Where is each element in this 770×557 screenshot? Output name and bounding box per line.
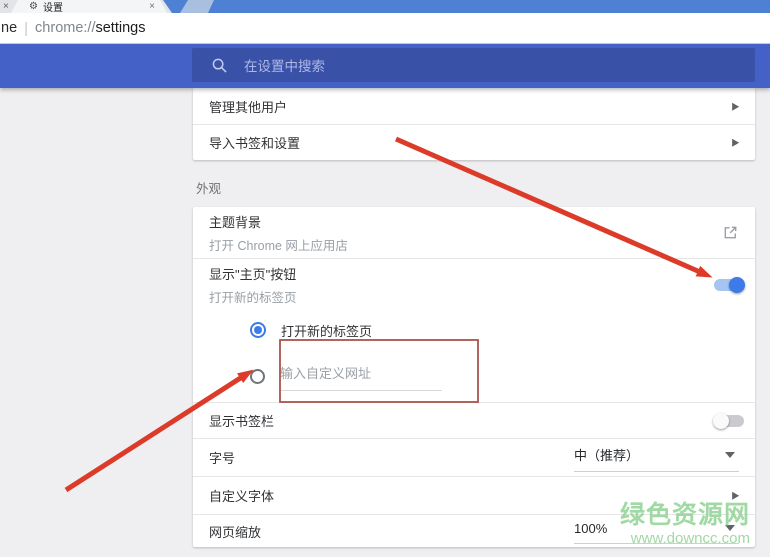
page-zoom-value: 100% <box>574 521 607 536</box>
customize-fonts-title: 自定义字体 <box>209 486 274 505</box>
toggle-knob <box>713 413 729 429</box>
address-scheme: chrome:// <box>35 20 95 36</box>
background-tab-close-icon[interactable]: × <box>3 0 9 13</box>
appearance-card: 主题背景 打开 Chrome 网上应用店 显示"主页"按钮 打开新的标签页 <box>193 207 755 547</box>
font-size-value: 中（推荐） <box>574 445 639 464</box>
radio-unselected-icon[interactable] <box>250 369 265 384</box>
open-in-new-icon[interactable] <box>722 224 739 241</box>
address-bar[interactable]: ne | chrome:// settings <box>0 13 770 44</box>
row-show-bookmarks-bar[interactable]: 显示书签栏 <box>193 402 755 438</box>
chevron-right-icon: ▶ <box>732 136 739 149</box>
tab-close-icon[interactable]: × <box>149 0 155 13</box>
bookmarks-bar-toggle[interactable] <box>714 415 744 427</box>
theme-title: 主题背景 <box>209 212 348 231</box>
home-button-subtitle: 打开新的标签页 <box>209 287 297 306</box>
row-label: 管理其他用户 <box>209 97 287 116</box>
home-button-title: 显示"主页"按钮 <box>209 264 297 283</box>
gear-icon: ⚙ <box>29 0 38 13</box>
radio-row-custom-url[interactable]: 输入自定义网址 <box>193 350 755 402</box>
row-page-zoom: 网页缩放 100% <box>193 514 755 547</box>
radio-selected-icon[interactable] <box>250 322 266 338</box>
radio-row-new-tab-page[interactable]: 打开新的标签页 <box>193 310 755 350</box>
bookmarks-bar-title: 显示书签栏 <box>209 411 274 430</box>
custom-url-input[interactable]: 输入自定义网址 <box>280 361 442 391</box>
row-show-home-button[interactable]: 显示"主页"按钮 打开新的标签页 <box>193 258 755 310</box>
row-font-size: 字号 中（推荐） <box>193 438 755 476</box>
people-card: 管理其他用户 ▶ 导入书签和设置 ▶ <box>193 88 755 160</box>
settings-content: 管理其他用户 ▶ 导入书签和设置 ▶ 外观 主题背景 打开 Chrome 网上应… <box>0 88 770 557</box>
theme-subtitle: 打开 Chrome 网上应用店 <box>209 235 348 254</box>
row-label: 导入书签和设置 <box>209 133 300 152</box>
tab-title: 设置 <box>43 0 63 14</box>
row-manage-other-users[interactable]: 管理其他用户 ▶ <box>193 88 755 124</box>
new-tab-button[interactable] <box>180 0 214 13</box>
row-theme[interactable]: 主题背景 打开 Chrome 网上应用店 <box>193 207 755 258</box>
chevron-right-icon: ▶ <box>732 489 739 502</box>
caret-down-icon <box>725 452 735 458</box>
row-customize-fonts[interactable]: 自定义字体 ▶ <box>193 476 755 514</box>
home-button-toggle[interactable] <box>714 279 744 291</box>
tab-settings[interactable]: ⚙ 设置 × <box>11 0 167 13</box>
settings-search-input[interactable]: 在设置中搜索 <box>192 48 755 82</box>
tab-strip: × ⚙ 设置 × <box>0 0 770 13</box>
page-zoom-title: 网页缩放 <box>209 522 261 541</box>
section-title-appearance: 外观 <box>196 178 221 197</box>
search-icon <box>212 58 227 73</box>
row-import-bookmarks[interactable]: 导入书签和设置 ▶ <box>193 124 755 160</box>
font-size-title: 字号 <box>209 448 235 467</box>
chevron-right-icon: ▶ <box>732 100 739 113</box>
address-separator: | <box>24 20 28 37</box>
page-zoom-select[interactable]: 100% <box>574 519 739 544</box>
caret-down-icon <box>725 525 735 531</box>
radio-label: 打开新的标签页 <box>281 321 372 340</box>
address-host: settings <box>95 20 145 36</box>
toggle-knob <box>729 277 745 293</box>
search-placeholder: 在设置中搜索 <box>244 55 325 75</box>
font-size-select[interactable]: 中（推荐） <box>574 443 739 472</box>
address-prefix: ne <box>1 20 17 36</box>
chrome-settings-screen: × ⚙ 设置 × ne | chrome:// settings 在设置中搜索 <box>0 0 770 557</box>
settings-header: 在设置中搜索 <box>0 44 770 88</box>
tab-strip-frame <box>163 0 770 13</box>
